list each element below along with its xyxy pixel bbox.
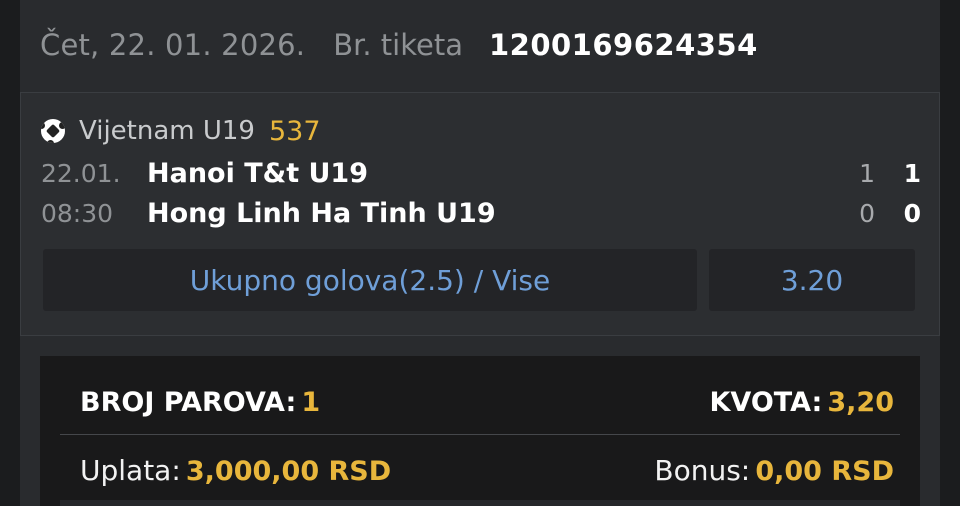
bonus-value: 0,00 RSD <box>755 455 894 487</box>
summary-footer-strip <box>60 500 900 506</box>
stake-group: Uplata: 3,000,00 RSD <box>80 454 391 487</box>
bonus-group: Bonus: 0,00 RSD <box>654 454 894 487</box>
match-date: 22.01. <box>41 158 121 188</box>
summary-row-pairs: BROJ PAROVA: 1 KVOTA: 3,20 <box>80 382 894 422</box>
away-halftime-score: 0 <box>859 198 875 228</box>
league-row: Vijetnam U19 537 <box>41 113 321 149</box>
away-team: Hong Linh Ha Tinh U19 <box>147 197 496 229</box>
pairs-value: 1 <box>301 386 321 418</box>
home-team: Hanoi T&t U19 <box>147 157 369 189</box>
home-halftime-score: 1 <box>859 158 875 188</box>
stake-value: 3,000,00 RSD <box>185 455 392 487</box>
odds-value: 3,20 <box>827 386 894 418</box>
ticket-date: Čet, 22. 01. 2026. <box>40 28 306 62</box>
summary-divider <box>60 434 900 435</box>
ticket-number-label: Br. tiketa <box>333 28 463 62</box>
ticket-number: 1200169624354 <box>488 28 758 62</box>
ticket-page: Čet, 22. 01. 2026. Br. tiketa 1200169624… <box>0 0 960 506</box>
ticket-header: Čet, 22. 01. 2026. Br. tiketa 1200169624… <box>20 0 940 90</box>
home-final-score: 1 <box>903 158 921 188</box>
odds-group: KVOTA: 3,20 <box>709 387 894 418</box>
league-name: Vijetnam U19 <box>79 116 255 146</box>
bet-odd[interactable]: 3.20 <box>709 249 915 311</box>
home-team-row: 22.01. Hanoi T&t U19 1 1 <box>41 155 921 191</box>
pairs-group: BROJ PAROVA: 1 <box>80 387 320 418</box>
bet-selection[interactable]: Ukupno golova(2.5) / Vise <box>43 249 697 311</box>
bonus-label: Bonus: <box>654 453 751 487</box>
away-team-row: 08:30 Hong Linh Ha Tinh U19 0 0 <box>41 195 921 231</box>
soccer-ball-icon <box>41 119 65 143</box>
away-final-score: 0 <box>903 198 921 228</box>
ticket-summary: BROJ PAROVA: 1 KVOTA: 3,20 Uplata: 3,000… <box>40 356 920 506</box>
pairs-label: BROJ PAROVA: <box>80 386 297 418</box>
match-card: Vijetnam U19 537 22.01. Hanoi T&t U19 1 … <box>20 92 940 336</box>
odds-label: KVOTA: <box>709 386 823 418</box>
match-time: 08:30 <box>41 198 114 228</box>
stake-label: Uplata: <box>80 453 181 487</box>
league-code: 537 <box>268 115 321 147</box>
summary-row-stake: Uplata: 3,000,00 RSD Bonus: 0,00 RSD <box>80 450 894 490</box>
